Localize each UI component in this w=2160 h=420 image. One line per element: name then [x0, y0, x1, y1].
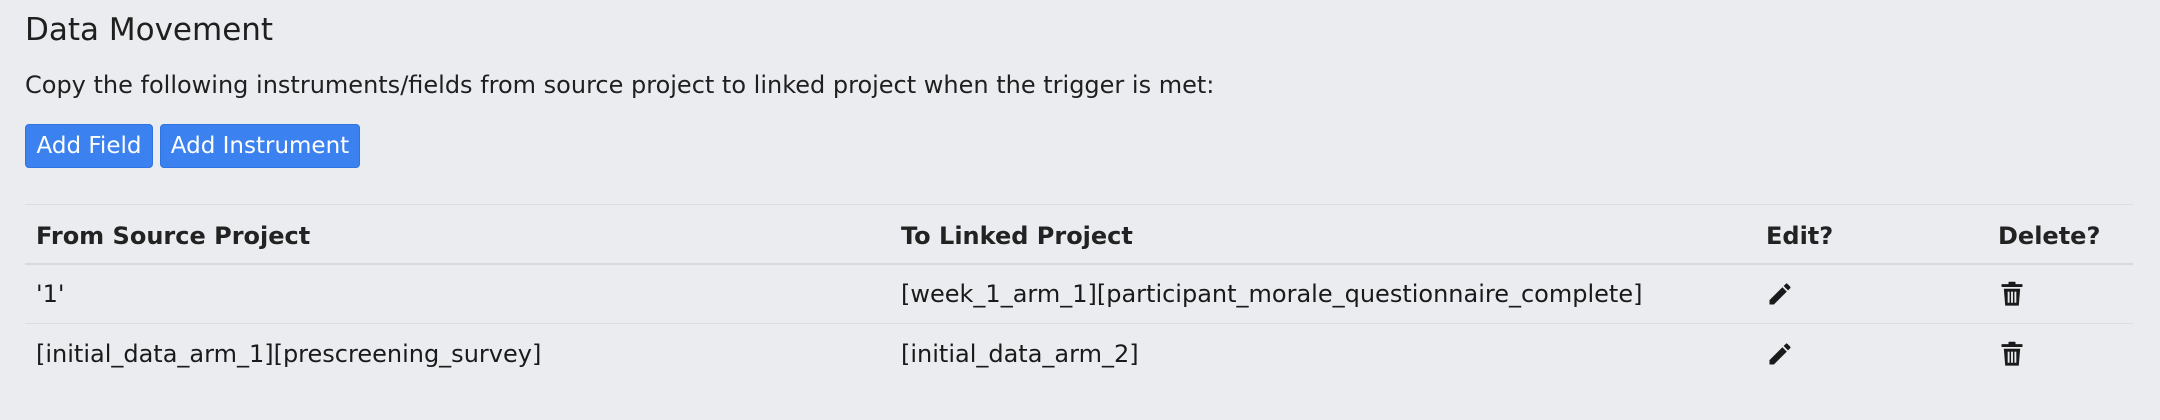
- pencil-icon[interactable]: [1766, 340, 1794, 368]
- field-mapping-table: From Source Project To Linked Project Ed…: [25, 204, 2133, 384]
- delete-cell: [1987, 264, 2133, 324]
- header-from-source: From Source Project: [36, 221, 311, 250]
- pencil-icon[interactable]: [1766, 280, 1794, 308]
- table-header-row: From Source Project To Linked Project Ed…: [25, 204, 2133, 264]
- row-to-value: [initial_data_arm_2]: [901, 339, 1139, 368]
- header-delete: Delete?: [1998, 221, 2101, 250]
- row-to-value: [week_1_arm_1][participant_morale_questi…: [901, 279, 1643, 308]
- data-movement-panel: Data Movement Copy the following instrum…: [0, 0, 2160, 420]
- add-instrument-button[interactable]: Add Instrument: [160, 124, 360, 168]
- section-description: Copy the following instruments/fields fr…: [25, 71, 1215, 99]
- header-edit: Edit?: [1766, 221, 1834, 250]
- header-to-linked: To Linked Project: [901, 221, 1133, 250]
- trash-icon[interactable]: [1998, 340, 2026, 368]
- edit-cell: [1755, 264, 1987, 324]
- add-field-button[interactable]: Add Field: [25, 124, 153, 168]
- trash-icon[interactable]: [1998, 280, 2026, 308]
- edit-cell: [1755, 324, 1987, 384]
- delete-cell: [1987, 324, 2133, 384]
- table-row: [initial_data_arm_1][prescreening_survey…: [25, 324, 2133, 384]
- row-from-value: '1': [36, 279, 65, 308]
- action-buttons: Add Field Add Instrument: [25, 124, 360, 168]
- table-row: '1' [week_1_arm_1][participant_morale_qu…: [25, 264, 2133, 324]
- section-title: Data Movement: [25, 12, 274, 48]
- row-from-value: [initial_data_arm_1][prescreening_survey…: [36, 339, 542, 368]
